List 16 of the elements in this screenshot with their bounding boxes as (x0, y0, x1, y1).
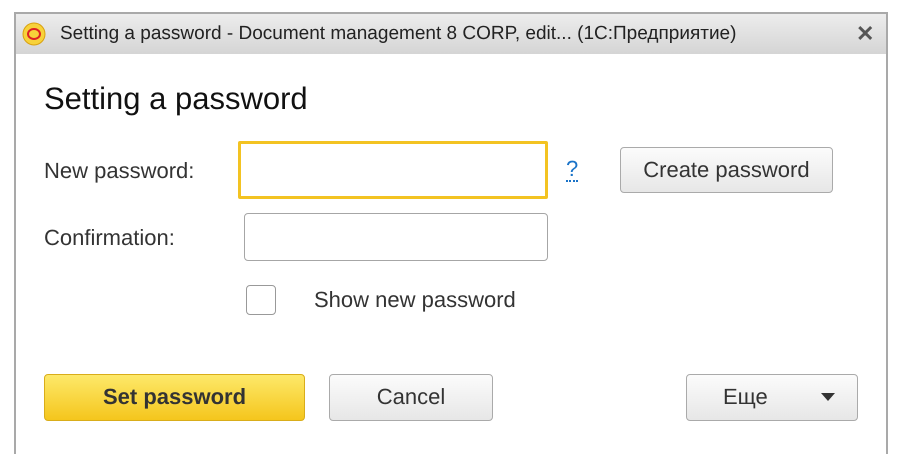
checkbox[interactable] (246, 284, 276, 315)
password-field[interactable] (238, 141, 548, 200)
set-password-button[interactable]: Set password (44, 374, 305, 421)
help-link[interactable]: ? (566, 158, 578, 182)
checkbox-label: Show new password (314, 286, 516, 314)
field-label: New password: (44, 156, 196, 185)
more-button[interactable]: Еще (686, 374, 858, 421)
app-logo-icon (22, 22, 46, 46)
caret-icon (821, 393, 835, 402)
close-button[interactable]: ✕ (852, 23, 878, 45)
field-label: Confirmation: (44, 224, 176, 252)
window-title: Setting a password - Document management 8 CORP, edit... (1C:Предприятие) (60, 22, 738, 46)
form-heading: Setting a password (44, 80, 309, 118)
create-password-button[interactable]: Create password (620, 146, 833, 194)
cancel-button[interactable]: Cancel (329, 374, 493, 421)
password-field[interactable] (244, 213, 548, 262)
